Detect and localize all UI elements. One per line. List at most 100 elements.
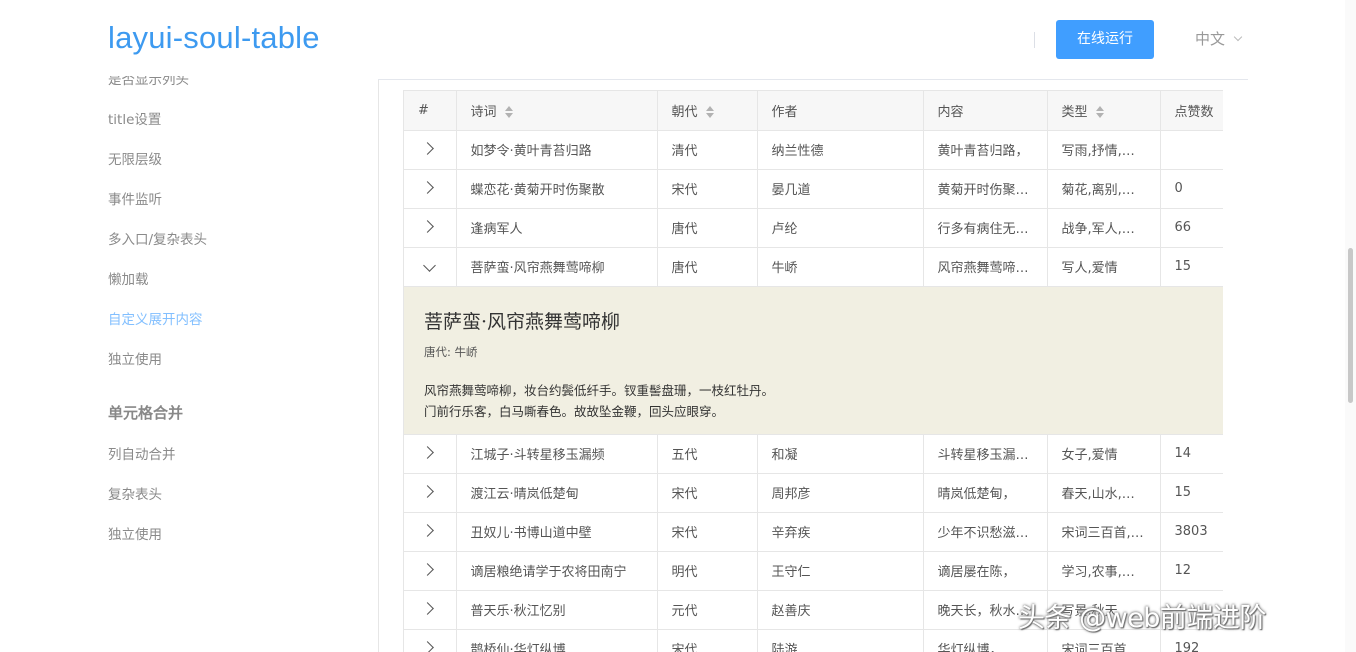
sidebar-item-title-settings[interactable]: title设置 (108, 108, 161, 128)
header-divider (1034, 32, 1035, 48)
expand-toggle[interactable] (404, 169, 457, 209)
content-divider (378, 80, 379, 652)
expand-toggle[interactable] (404, 130, 457, 170)
sidebar-item-event-listen[interactable]: 事件监听 (108, 188, 162, 208)
table-row[interactable]: 渡江云·晴岚低楚甸 宋代 周邦彦 晴岚低楚甸， 春天,山水,思乡 15 (404, 473, 1223, 513)
table-row[interactable]: 菩萨蛮·风帘燕舞莺啼柳 唐代 牛峤 风帘燕舞莺啼柳， 写人,爱情 15 (404, 247, 1223, 287)
expand-toggle[interactable] (404, 512, 457, 552)
col-header-label: 诗词 (470, 104, 497, 120)
sidebar-item-standalone-2[interactable]: 独立使用 (108, 523, 162, 543)
table-row[interactable]: 丑奴儿·书博山道中壁 宋代 辛弃疾 少年不识愁滋味， 宋词三百首,抒情 3803 (404, 512, 1223, 552)
content-cell: 少年不识愁滋味， (923, 512, 1048, 552)
chevron-right-icon (421, 641, 435, 652)
expanded-content: 菩萨蛮·风帘燕舞莺啼柳 唐代: 牛峤 风帘燕舞莺啼柳，妆台约鬓低纤手。钗重髻盘珊，一… (404, 286, 1223, 435)
expand-toggle[interactable] (404, 208, 457, 248)
language-label: 中文 (1195, 30, 1226, 48)
dynasty-cell: 宋代 (657, 629, 758, 652)
sidebar-item-infinite-levels[interactable]: 无限层级 (108, 148, 162, 168)
table-row[interactable]: 如梦令·黄叶青苔归路 清代 纳兰性德 黄叶青苔归路， 写雨,抒情,怀人 (404, 130, 1223, 170)
type-cell: 菊花,离别,伤感 (1047, 169, 1161, 209)
type-cell: 春天,山水,思乡 (1047, 473, 1161, 513)
col-header-likes: 点赞数 (1160, 91, 1223, 131)
col-header-content: 内容 (923, 91, 1048, 131)
likes-cell: 15 (1160, 473, 1223, 513)
chevron-right-icon (421, 485, 435, 498)
col-header-label: 类型 (1061, 104, 1088, 120)
header-rule (378, 79, 1248, 80)
col-header-label: 朝代 (671, 104, 698, 120)
expand-toggle[interactable] (404, 629, 457, 652)
col-header-author: 作者 (757, 91, 924, 131)
type-cell: 战争,军人,同情 (1047, 208, 1161, 248)
table-row[interactable]: 逢病军人 唐代 卢纶 行多有病住无粮， 战争,军人,同情 66 (404, 208, 1223, 248)
chevron-right-icon (421, 181, 435, 194)
poem-cell: 菩萨蛮·风帘燕舞莺啼柳 (456, 247, 658, 287)
col-header-dynasty[interactable]: 朝代 (657, 91, 758, 131)
author-cell: 周邦彦 (757, 473, 924, 513)
dynasty-cell: 唐代 (657, 208, 758, 248)
expand-toggle[interactable] (404, 473, 457, 513)
type-cell: 写人,爱情 (1047, 247, 1161, 287)
sort-icon[interactable] (705, 106, 715, 119)
sidebar-item-lazy-load[interactable]: 懒加载 (108, 268, 149, 288)
sort-icon[interactable] (1095, 106, 1105, 119)
content-cell: 斗转星移玉漏频， (923, 434, 1048, 474)
sidebar-item-auto-merge[interactable]: 列自动合并 (108, 443, 176, 463)
expanded-line: 门前行乐客，白马嘶春色。故故坠金鞭，回头应眼穿。 (424, 403, 725, 419)
likes-cell: 12 (1160, 551, 1223, 591)
chevron-right-icon (421, 602, 435, 615)
chevron-right-icon (421, 220, 435, 233)
expand-toggle[interactable] (404, 590, 457, 630)
poem-cell: 普天乐·秋江忆别 (456, 590, 658, 630)
table-row[interactable]: 蝶恋花·黄菊开时伤聚散 宋代 晏几道 黄菊开时伤聚散， 菊花,离别,伤感 0 (404, 169, 1223, 209)
likes-cell: 0 (1160, 169, 1223, 209)
col-header-poem[interactable]: 诗词 (456, 91, 658, 131)
dynasty-cell: 宋代 (657, 512, 758, 552)
poem-cell: 蝶恋花·黄菊开时伤聚散 (456, 169, 658, 209)
likes-cell: 14 (1160, 434, 1223, 474)
expanded-meta: 唐代: 牛峤 (424, 344, 478, 359)
likes-cell: 15 (1160, 247, 1223, 287)
sidebar-item-custom-expand[interactable]: 自定义展开内容 (108, 308, 203, 328)
dynasty-cell: 清代 (657, 130, 758, 170)
type-cell: 学习,农事,田园 (1047, 551, 1161, 591)
chevron-down-icon (1233, 32, 1243, 41)
author-cell: 王守仁 (757, 551, 924, 591)
poem-cell: 鹊桥仙·华灯纵博 (456, 629, 658, 652)
dynasty-cell: 宋代 (657, 169, 758, 209)
content-cell: 黄叶青苔归路， (923, 130, 1048, 170)
expand-toggle[interactable] (404, 551, 457, 591)
expand-toggle[interactable] (404, 247, 457, 287)
author-cell: 辛弃疾 (757, 512, 924, 552)
language-select[interactable]: 中文 (1195, 28, 1243, 49)
table-row[interactable]: 江城子·斗转星移玉漏频 五代 和凝 斗转星移玉漏频， 女子,爱情 14 (404, 434, 1223, 474)
poem-cell: 江城子·斗转星移玉漏频 (456, 434, 658, 474)
type-cell: 宋词三百首,抒情 (1047, 512, 1161, 552)
chevron-right-icon (421, 142, 435, 155)
expand-toggle[interactable] (404, 434, 457, 474)
type-cell: 写雨,抒情,怀人 (1047, 130, 1161, 170)
content-cell: 风帘燕舞莺啼柳， (923, 247, 1048, 287)
expanded-line: 风帘燕舞莺啼柳，妆台约鬓低纤手。钗重髻盘珊，一枝红牡丹。 (424, 382, 775, 398)
sidebar-item-show-header[interactable]: 是否显示列头 (108, 76, 189, 88)
col-header-index: # (404, 91, 457, 131)
chevron-down-icon (423, 259, 437, 272)
poem-cell: 渡江云·晴岚低楚甸 (456, 473, 658, 513)
watermark-text: 头条 @web前端进阶 (1018, 603, 1266, 634)
scrollbar-thumb[interactable] (1348, 248, 1353, 403)
sidebar-item-multi-entry[interactable]: 多入口/复杂表头 (108, 228, 207, 248)
poem-cell: 如梦令·黄叶青苔归路 (456, 130, 658, 170)
data-table: # 诗词 朝代 作者 内容 类型 点赞数 如梦令·黄叶青苔归路 清代 纳兰性德 黄叶青… (403, 90, 1223, 652)
author-cell: 和凝 (757, 434, 924, 474)
col-header-type[interactable]: 类型 (1047, 91, 1161, 131)
run-online-button[interactable]: 在线运行 (1056, 20, 1154, 59)
sidebar-group-cell-merge: 单元格合并 (108, 404, 184, 422)
sidebar-item-standalone[interactable]: 独立使用 (108, 348, 162, 368)
sidebar-item-complex-header[interactable]: 复杂表头 (108, 483, 162, 503)
content-cell: 行多有病住无粮， (923, 208, 1048, 248)
page: layui-soul-table 在线运行 中文 是否显示列头 title设置 … (0, 0, 1356, 652)
sort-icon[interactable] (504, 106, 514, 119)
author-cell: 晏几道 (757, 169, 924, 209)
table-row[interactable]: 谪居粮绝请学于农将田南宁 明代 王守仁 谪居屡在陈， 学习,农事,田园 12 (404, 551, 1223, 591)
chevron-right-icon (421, 524, 435, 537)
